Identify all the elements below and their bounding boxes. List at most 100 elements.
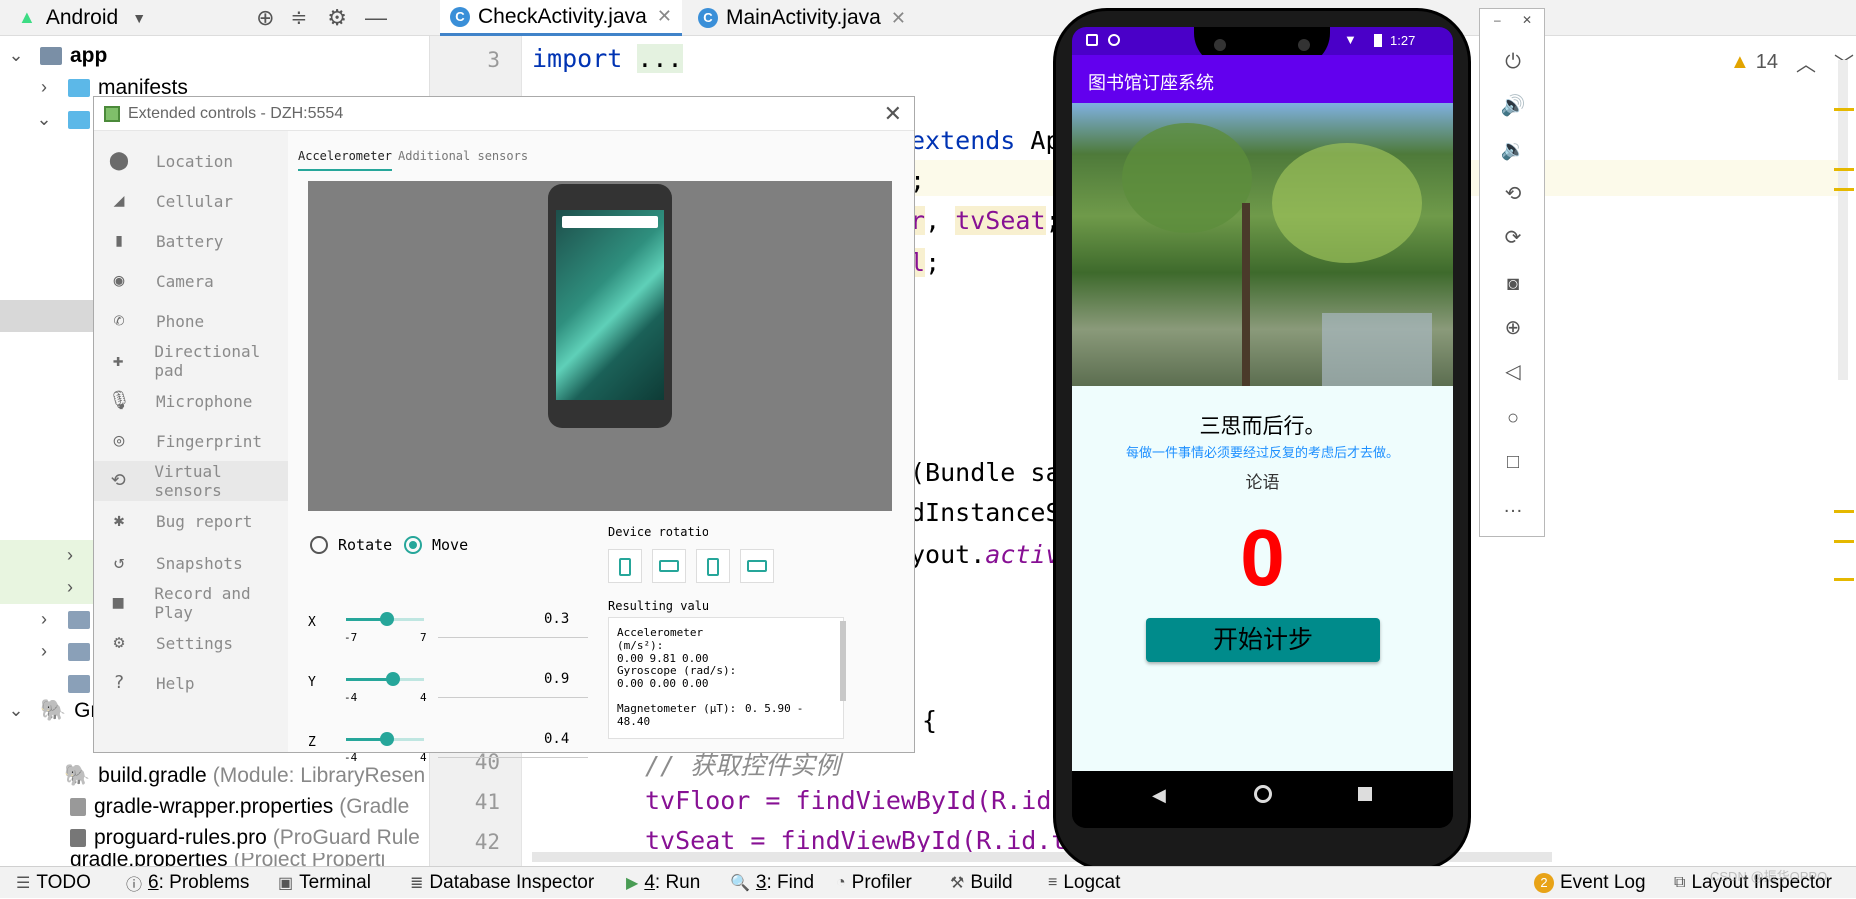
results-scrollbar[interactable] <box>840 621 846 701</box>
phone-screen[interactable]: ▼ 1:27 图书馆订座系统 三思而后行。 每做一件事情必须要经过反复的考虑后才… <box>1072 27 1453 828</box>
sidebar-item-cellular[interactable]: ◢ Cellular <box>94 181 288 221</box>
chevron-up-icon[interactable]: ︿ <box>1796 48 1816 77</box>
terminal-button[interactable]: ▣ Terminal <box>278 867 371 899</box>
sidebar-item-location[interactable]: ⬤ Location <box>94 141 288 181</box>
collapse-icon[interactable]: ≑ <box>291 5 308 30</box>
tree-item-proguard[interactable]: proguard-rules.pro (ProGuard Rule <box>70 822 420 853</box>
profiler-button[interactable]: ◔ Profiler <box>836 867 912 899</box>
chevron-right-icon[interactable]: › <box>60 577 80 598</box>
warning-marker[interactable] <box>1834 188 1854 191</box>
event-log-button[interactable]: 2 Event Log <box>1534 867 1646 899</box>
minimize-icon[interactable]: — <box>365 5 387 31</box>
rotate-right-icon[interactable]: ⟳ <box>1500 225 1526 251</box>
warning-marker[interactable] <box>1834 578 1854 581</box>
device-3d-preview[interactable] <box>308 181 892 511</box>
sidebar-item-phone[interactable]: ✆ Phone <box>94 301 288 341</box>
tree-item-res2[interactable]: › <box>34 636 98 667</box>
start-step-button[interactable]: 开始计步 <box>1146 618 1380 662</box>
chevron-down-icon[interactable]: ▼ <box>132 10 146 26</box>
power-icon[interactable]: ⏻ <box>1500 49 1526 75</box>
slider-value[interactable]: 0.4 <box>544 731 569 747</box>
back-icon[interactable]: ◁ <box>1500 359 1526 385</box>
sidebar-item-directional-pad[interactable]: ✚ Directional pad <box>94 341 288 381</box>
tab-additional-sensors[interactable]: Additional sensors <box>398 149 528 163</box>
zoom-icon[interactable]: ⊕ <box>1500 315 1526 341</box>
folded-code[interactable]: ... <box>637 44 683 73</box>
chevron-right-icon[interactable]: › <box>34 77 54 98</box>
tree-item-java[interactable]: ⌄ <box>34 104 98 135</box>
warning-marker[interactable] <box>1834 168 1854 171</box>
tree-item-res[interactable]: › <box>34 604 98 635</box>
sidebar-item-battery[interactable]: ▮ Battery <box>94 221 288 261</box>
close-icon[interactable]: ✕ <box>891 8 906 29</box>
tree-item-build-gradle[interactable]: 🐘 build.gradle (Module: LibraryResen <box>64 760 425 791</box>
chevron-down-icon[interactable]: ⌄ <box>34 109 54 130</box>
chevron-right-icon[interactable]: › <box>60 545 80 566</box>
home-icon[interactable]: ○ <box>1500 405 1526 431</box>
chevron-right-icon[interactable]: › <box>34 609 54 630</box>
chevron-down-icon[interactable]: ⌄ <box>6 700 26 721</box>
overview-icon[interactable]: □ <box>1500 449 1526 475</box>
find-button[interactable]: 🔍 3: Find <box>730 867 814 899</box>
sidebar-item-help[interactable]: ? Help <box>94 663 288 703</box>
volume-up-icon[interactable]: 🔊 <box>1500 93 1526 119</box>
inspections-widget[interactable]: ▲ 14 ︿ ﹀ <box>1730 48 1854 77</box>
todo-button[interactable]: ☰ TODO <box>16 867 91 899</box>
sidebar-item-fingerprint[interactable]: ◎ Fingerprint <box>94 421 288 461</box>
radio-checked-icon[interactable] <box>404 536 422 554</box>
sidebar-item-virtual-sensors[interactable]: ⟲ Virtual sensors <box>94 461 288 501</box>
back-icon[interactable]: ◀ <box>1152 785 1166 806</box>
slider-thumb[interactable] <box>385 672 400 686</box>
screenshot-icon[interactable]: ◙ <box>1500 271 1526 297</box>
tree-item-app[interactable]: ⌄ app <box>6 40 107 71</box>
recents-icon[interactable] <box>1358 787 1372 801</box>
tab-checkactivity[interactable]: C CheckActivity.java ✕ <box>440 0 682 36</box>
slider-value[interactable]: 0.9 <box>544 671 569 687</box>
database-inspector-button[interactable]: ≣ Database Inspector <box>410 867 594 899</box>
locate-icon[interactable]: ⊕ <box>256 5 274 31</box>
slider-thumb[interactable] <box>380 732 395 746</box>
warning-marker[interactable] <box>1834 540 1854 543</box>
chevron-right-icon[interactable]: › <box>34 641 54 662</box>
rotate-radio[interactable]: Rotate <box>310 536 392 554</box>
slider-thumb[interactable] <box>379 612 394 626</box>
rotate-left-icon[interactable]: ⟲ <box>1500 181 1526 207</box>
slider-value[interactable]: 0.3 <box>544 611 569 627</box>
landscape-button[interactable] <box>652 549 686 583</box>
sidebar-item-settings[interactable]: ⚙ Settings <box>94 623 288 663</box>
tree-item-gradle-properties[interactable]: gradle.properties (Project Properti <box>70 853 385 866</box>
problems-button[interactable]: ⓘ 6: Problems <box>126 867 249 899</box>
minimize-icon[interactable]: – <box>1494 13 1501 27</box>
tree-item-collapsed[interactable]: › <box>60 572 80 603</box>
reverse-portrait-button[interactable] <box>696 549 730 583</box>
logcat-button[interactable]: ≡ Logcat <box>1048 867 1120 899</box>
close-icon[interactable]: ✕ <box>1522 13 1532 27</box>
warning-marker[interactable] <box>1834 108 1854 111</box>
sidebar-item-microphone[interactable]: 🎙 Microphone <box>94 381 288 421</box>
gear-icon[interactable]: ⚙ <box>327 5 347 31</box>
chevron-down-icon[interactable]: ⌄ <box>6 45 26 66</box>
tree-item-gradle-wrapper[interactable]: gradle-wrapper.properties (Gradle <box>70 791 409 822</box>
warning-marker[interactable] <box>1834 510 1854 513</box>
more-icon[interactable]: … <box>1500 493 1526 519</box>
portrait-button[interactable] <box>608 549 642 583</box>
sidebar-item-snapshots[interactable]: ↺ Snapshots <box>94 543 288 583</box>
sidebar-item-record-and-play[interactable]: ■ Record and Play <box>94 583 288 623</box>
tree-item-collapsed[interactable]: › <box>60 540 80 571</box>
radio-unchecked-icon[interactable] <box>310 536 328 554</box>
sidebar-item-camera[interactable]: ◉ Camera <box>94 261 288 301</box>
phone-model[interactable] <box>548 184 672 428</box>
sidebar-item-bug-report[interactable]: ✱ Bug report <box>94 501 288 541</box>
tab-accelerometer[interactable]: Accelerometer <box>298 149 392 171</box>
run-button[interactable]: ▶ 4: Run <box>626 867 700 899</box>
build-button[interactable]: ⚒ Build <box>950 867 1013 899</box>
window-titlebar[interactable]: Extended controls - DZH:5554 ✕ <box>94 97 914 131</box>
project-view-selector[interactable]: Android <box>46 6 118 30</box>
move-radio[interactable]: Move <box>404 536 468 554</box>
reverse-landscape-button[interactable] <box>740 549 774 583</box>
close-icon[interactable]: ✕ <box>884 101 902 127</box>
tab-mainactivity[interactable]: C MainActivity.java ✕ <box>688 0 916 36</box>
volume-down-icon[interactable]: 🔉 <box>1500 137 1526 163</box>
close-icon[interactable]: ✕ <box>657 6 672 27</box>
home-icon[interactable] <box>1254 785 1272 803</box>
